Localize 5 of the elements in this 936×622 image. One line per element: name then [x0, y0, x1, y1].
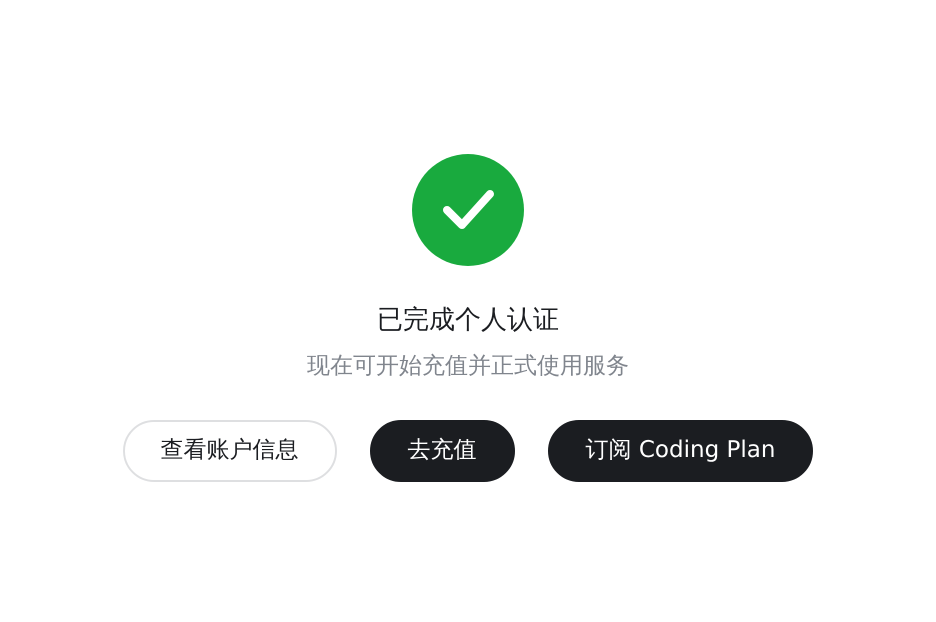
account-info-button[interactable]: 查看账户信息	[122, 420, 337, 482]
recharge-button[interactable]: 去充值	[370, 420, 515, 482]
subscribe-button[interactable]: 订阅 Coding Plan	[548, 420, 814, 482]
success-title: 已完成个人认证	[377, 304, 559, 337]
success-subtitle: 现在可开始充值并正式使用服务	[307, 352, 629, 381]
